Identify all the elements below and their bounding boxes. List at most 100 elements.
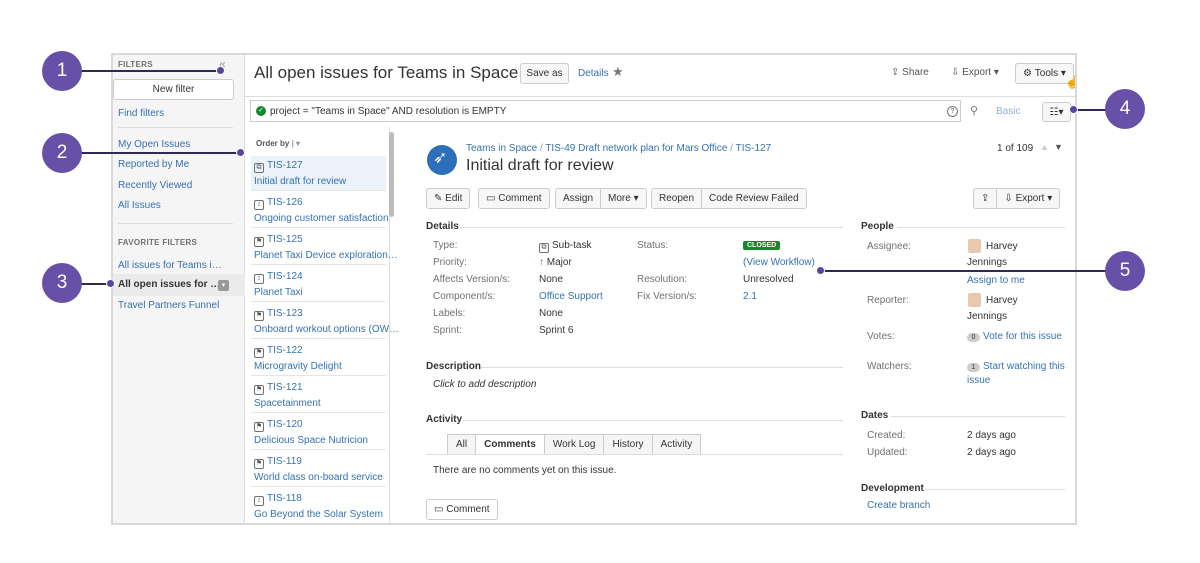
export-button[interactable]: ⇩ Export ▾ [951,67,999,78]
description-placeholder[interactable]: Click to add description [433,379,536,390]
fix-version-label: Fix Version/s: [637,291,698,302]
tab-work-log[interactable]: Work Log [543,434,605,454]
order-by-label[interactable]: Order by | ▾ [256,139,300,148]
project-avatar: ➶ [427,145,457,175]
issue-key: TIS-125 [267,234,303,245]
tab-all[interactable]: All [447,434,477,454]
tab-history[interactable]: History [603,434,653,454]
selected-filter-row[interactable]: All open issues for … ▾ [113,274,245,296]
filter-menu-icon[interactable]: ▾ [218,280,229,291]
story-icon: ⚑ [254,237,264,247]
type-label: Type: [433,240,458,251]
next-issue-icon[interactable]: ▼ [1054,142,1063,152]
view-workflow-link[interactable]: (View Workflow) [743,257,815,268]
callout-dot-2 [236,148,245,157]
sidebar-item-my-open-issues[interactable]: My Open Issues [118,139,190,150]
page-title: All open issues for Teams in Space [254,63,519,82]
favorite-filter-all-open[interactable]: All open issues for … [118,279,220,290]
type-value: ⧉ Sub-task [539,240,591,253]
list-item[interactable]: ↕ TIS-124 Planet Taxi [251,267,386,302]
callout-line-5 [820,270,1107,272]
list-item[interactable]: ⧉ TIS-127 Initial draft for review [251,156,386,191]
divider [891,416,1065,417]
resolution-value: Unresolved [743,274,794,285]
callout-dot-3 [106,279,115,288]
callout-dot-5 [816,266,825,275]
list-item[interactable]: ⚑ TIS-121 Spacetainment [251,378,386,413]
basic-mode-link[interactable]: Basic [996,106,1020,117]
workflow-group[interactable]: Reopen Code Review Failed [651,188,807,209]
help-icon[interactable]: ? [947,106,958,117]
list-item[interactable]: ⚑ TIS-119 World class on-board service [251,452,386,487]
watch-link-continued[interactable]: issue [967,375,990,386]
assign-to-me-link[interactable]: Assign to me [967,275,1025,286]
assign-more-group[interactable]: Assign More ▾ [555,188,647,209]
list-item[interactable]: ↕ TIS-126 Ongoing customer satisfaction [251,193,389,228]
list-item[interactable]: ⚑ TIS-120 Delicious Space Nutricion [251,415,386,450]
watch-link[interactable]: 1 Start watching this [967,361,1065,372]
sidebar-item-reported-by-me[interactable]: Reported by Me [118,159,189,170]
vote-link[interactable]: 0 Vote for this issue [967,331,1062,342]
add-comment-button[interactable]: ▭ Comment [426,499,498,520]
votes-label: Votes: [867,331,895,342]
components-value[interactable]: Office Support [539,291,603,302]
story-icon: ⚑ [254,311,264,321]
edit-button[interactable]: ✎ Edit [426,188,471,209]
breadcrumb: Teams in Space / TIS-49 Draft network pl… [466,143,772,154]
new-filter-button[interactable]: New filter [113,79,234,100]
callout-dot-1 [216,66,225,75]
tab-activity[interactable]: Activity [651,434,702,454]
jql-search-input[interactable]: ✓ project = "Teams in Space" AND resolut… [250,100,961,122]
share-button[interactable]: ⇪ Share [891,67,929,78]
divider [925,489,1065,490]
valid-query-icon: ✓ [256,106,266,116]
list-item[interactable]: ⚑ TIS-122 Microgravity Delight [251,341,386,376]
sidebar-item-all-issues[interactable]: All Issues [118,200,161,211]
more-button[interactable]: More ▾ [601,189,646,208]
list-scrollbar[interactable] [389,132,394,217]
issue-summary: World class on-board service [254,472,383,483]
share-icon: ⇪ [891,67,903,78]
updated-label: Updated: [867,447,908,458]
favorite-star-icon[interactable]: ★ [612,64,624,80]
created-label: Created: [867,430,906,441]
favorite-filter-travel-partners[interactable]: Travel Partners Funnel [118,300,219,311]
filters-sidebar: FILTERS « New filter Find filters My Ope… [113,55,245,523]
issue-key: TIS-120 [267,419,303,430]
callout-4: 4 [1105,89,1145,129]
list-item[interactable]: ⚑ TIS-123 Onboard workout options (OW… [251,304,399,339]
previous-issue-icon[interactable]: ▲ [1040,142,1049,152]
save-as-button[interactable]: Save as [520,63,569,84]
code-review-failed-button[interactable]: Code Review Failed [702,189,806,208]
breadcrumb-project[interactable]: Teams in Space [466,143,537,154]
search-icon[interactable]: ⚲ [970,104,978,117]
layout-switcher-button[interactable]: ☷▾ [1042,102,1071,122]
reopen-button[interactable]: Reopen [652,189,703,208]
description-heading: Description [426,361,482,372]
issue-export-button[interactable]: ⇩ Export ▾ [997,189,1059,208]
comment-button[interactable]: ▭ Comment [478,188,550,209]
issue-key: TIS-119 [267,456,302,467]
list-item[interactable]: ⚑ TIS-125 Planet Taxi Device exploration… [251,230,398,265]
list-item[interactable]: ↕ TIS-118 Go Beyond the Solar System [251,489,386,523]
sidebar-item-recently-viewed[interactable]: Recently Viewed [118,180,192,191]
improvement-icon: ↕ [254,496,264,506]
share-export-group[interactable]: ⇪ ⇩ Export ▾ [973,188,1061,209]
reporter-first-name: Harvey [986,295,1018,306]
divider [481,367,843,368]
export-icon: ⇩ [951,67,963,78]
create-branch-link[interactable]: Create branch [867,500,930,511]
tab-comments[interactable]: Comments [475,434,545,454]
breadcrumb-issue[interactable]: TIS-127 [736,143,772,154]
find-filters-link[interactable]: Find filters [118,108,164,119]
favorite-filter-all-issues[interactable]: All issues for Teams i… [118,260,222,271]
labels-label: Labels: [433,308,466,319]
assign-button[interactable]: Assign [556,189,602,208]
avatar [968,293,981,307]
details-link[interactable]: Details [578,68,609,79]
share-icon[interactable]: ⇪ [974,189,998,208]
priority-major-icon: ↑ [539,257,544,268]
breadcrumb-parent[interactable]: TIS-49 Draft network plan for Mars Offic… [545,143,727,154]
fix-version-value[interactable]: 2.1 [743,291,757,302]
pencil-icon: ✎ [434,193,443,204]
